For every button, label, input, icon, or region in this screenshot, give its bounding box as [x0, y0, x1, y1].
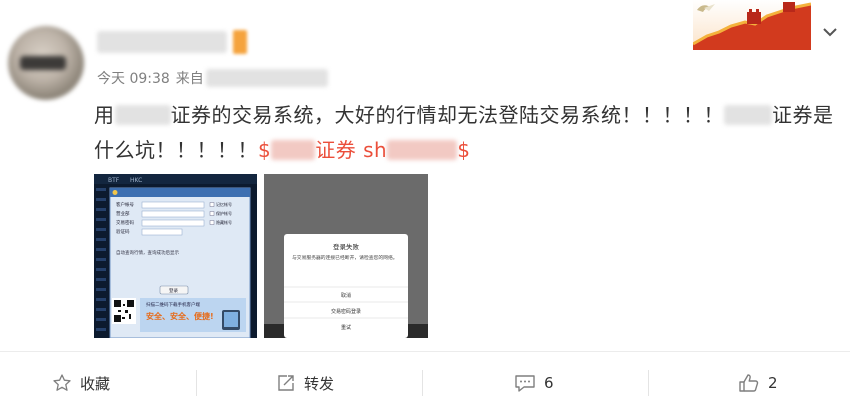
notice-text: 自动查询行情，查询成功后显示 [116, 249, 179, 256]
login-button-label: 登录 [169, 287, 178, 294]
dialog-message: 与交易服务器的连接已经断开，请检查您的网络。 [292, 256, 398, 261]
post-text-part: 证券的交易系统，大好的行情却无法登陆交易系统！！！！！ [170, 103, 724, 127]
tab-label: BTF [108, 177, 120, 184]
like-button[interactable]: 2 [738, 366, 778, 400]
thumbs-up-icon [739, 374, 759, 392]
blurred-broker-name [114, 105, 171, 125]
post-image-2[interactable]: 登录失败 与交易服务器的连接已经断开，请检查您的网络。 取消 交易密码登录 重试 [264, 174, 428, 338]
star-icon [53, 374, 71, 391]
action-bar-divider [0, 351, 850, 352]
checkbox-label: 保护帐号 [216, 210, 232, 216]
favorite-label: 收藏 [80, 374, 111, 393]
post-source-prefix: 来自 [175, 71, 204, 87]
action-separator [648, 370, 649, 396]
tab-label: HKC [130, 177, 142, 184]
promo-title: 安全、安全、便捷! [146, 311, 214, 321]
dialog-option: 重试 [341, 324, 351, 331]
checkbox-label: 隐藏帐号 [216, 219, 232, 225]
post-time[interactable]: 今天 09:38 [97, 68, 170, 88]
promo-subtitle: 扫描二维码下载手机客户端 [146, 301, 200, 308]
post-image-1[interactable]: BTF HKC 客户帐号 营业部 交易密码 验证码 记忆帐号 保护帐号 隐藏帐号 [94, 174, 257, 338]
repost-button[interactable]: 转发 [276, 366, 334, 400]
favorite-button[interactable]: 收藏 [52, 366, 110, 400]
field-label: 营业部 [116, 210, 130, 217]
field-label: 客户帐号 [116, 201, 134, 208]
action-separator [422, 370, 423, 396]
checkbox-label: 记忆帐号 [216, 201, 232, 207]
post-text-part: 用 [94, 103, 115, 127]
chevron-down-icon[interactable] [820, 22, 840, 42]
trading-client-screenshot: BTF HKC 客户帐号 营业部 交易密码 验证码 记忆帐号 保护帐号 隐藏帐号 [94, 174, 257, 338]
username[interactable] [97, 30, 247, 54]
post-source-blurred [205, 69, 328, 87]
post-meta: 今天 09:38 来自 [97, 68, 328, 88]
dialog-option: 交易密码登录 [331, 308, 361, 315]
great-wall-banner [693, 0, 811, 50]
comment-button[interactable]: 6 [514, 366, 554, 400]
post-text-part: 什么坑！！！！！ [94, 138, 258, 162]
post-text: 用 证券的交易系统，大好的行情却无法登陆交易系统！！！！！ 证券是 什么坑！！！！！… [94, 98, 839, 168]
field-label: 验证码 [116, 228, 130, 235]
username-blurred [97, 31, 227, 53]
login-failed-screenshot: 登录失败 与交易服务器的连接已经断开，请检查您的网络。 取消 交易密码登录 重试 [264, 174, 428, 338]
action-separator [196, 370, 197, 396]
vip-badge [233, 30, 247, 54]
dialog-title: 登录失败 [333, 242, 360, 251]
stock-topic-link[interactable]: $ 证券 sh $ [258, 138, 470, 162]
blurred-broker-name [724, 105, 772, 125]
repost-label: 转发 [304, 374, 335, 393]
comment-icon [515, 375, 535, 392]
repost-icon [278, 375, 294, 391]
comment-count: 6 [544, 374, 554, 392]
like-count: 2 [768, 374, 778, 392]
post-text-part: 证券是 [772, 103, 834, 127]
dialog-option: 取消 [341, 292, 351, 299]
avatar[interactable] [8, 26, 84, 100]
field-label: 交易密码 [116, 219, 134, 226]
